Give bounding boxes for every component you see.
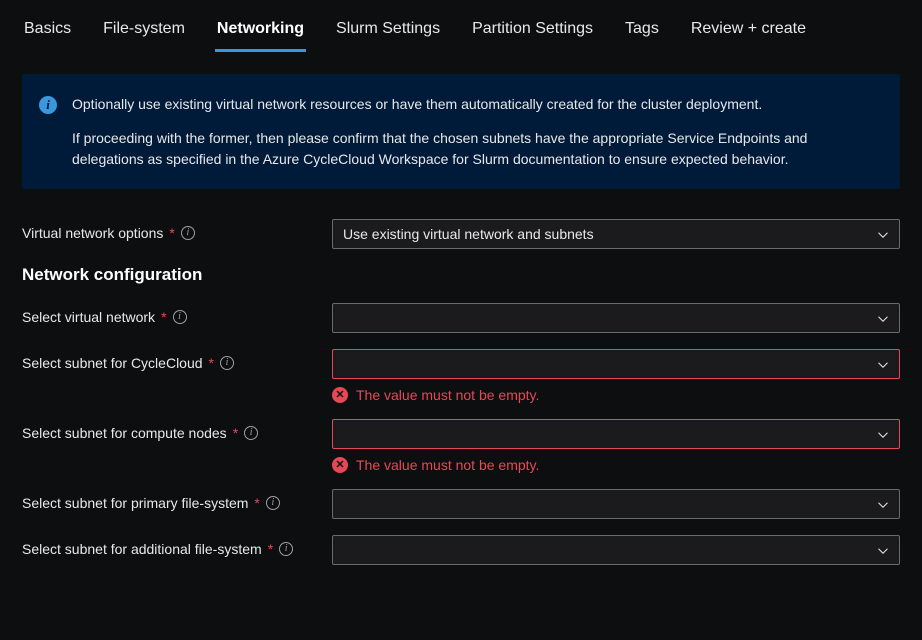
tab-tags[interactable]: Tags [623,14,661,52]
info-icon[interactable]: i [220,356,234,370]
vnet-options-label: Virtual network options [22,224,163,242]
chevron-down-icon [877,428,889,440]
info-banner: i Optionally use existing virtual networ… [22,74,900,189]
tab-slurm-settings[interactable]: Slurm Settings [334,14,442,52]
info-icon[interactable]: i [266,496,280,510]
chevron-down-icon [877,312,889,324]
info-icon[interactable]: i [244,426,258,440]
required-indicator: * [233,424,238,442]
select-vnet-label: Select virtual network [22,308,155,326]
tab-review-create[interactable]: Review + create [689,14,808,52]
chevron-down-icon [877,228,889,240]
subnet-compute-error: The value must not be empty. [356,457,539,473]
subnet-additional-fs-dropdown[interactable] [332,535,900,565]
info-icon[interactable]: i [279,542,293,556]
tab-bar: Basics File-system Networking Slurm Sett… [0,0,922,52]
tab-file-system[interactable]: File-system [101,14,187,52]
chevron-down-icon [877,544,889,556]
tab-partition-settings[interactable]: Partition Settings [470,14,595,52]
vnet-options-value: Use existing virtual network and subnets [343,226,594,242]
required-indicator: * [161,308,166,326]
content-area: i Optionally use existing virtual networ… [0,52,922,565]
select-vnet-dropdown[interactable] [332,303,900,333]
info-icon[interactable]: i [173,310,187,324]
subnet-primary-fs-dropdown[interactable] [332,489,900,519]
required-indicator: * [209,354,214,372]
network-config-heading: Network configuration [22,265,900,285]
tab-networking[interactable]: Networking [215,14,306,52]
required-indicator: * [169,224,174,242]
subnet-cyclecloud-label: Select subnet for CycleCloud [22,354,203,372]
vnet-options-select[interactable]: Use existing virtual network and subnets [332,219,900,249]
subnet-compute-dropdown[interactable] [332,419,900,449]
error-icon: ✕ [332,387,348,403]
subnet-cyclecloud-error: The value must not be empty. [356,387,539,403]
info-line-1: Optionally use existing virtual network … [72,94,876,114]
subnet-additional-fs-label: Select subnet for additional file-system [22,540,262,558]
subnet-primary-fs-label: Select subnet for primary file-system [22,494,248,512]
error-icon: ✕ [332,457,348,473]
info-icon[interactable]: i [181,226,195,240]
info-line-2: If proceeding with the former, then plea… [72,128,876,169]
info-icon: i [39,96,57,114]
subnet-cyclecloud-dropdown[interactable] [332,349,900,379]
required-indicator: * [268,540,273,558]
chevron-down-icon [877,498,889,510]
required-indicator: * [254,494,259,512]
subnet-compute-label: Select subnet for compute nodes [22,424,227,442]
chevron-down-icon [877,358,889,370]
tab-basics[interactable]: Basics [22,14,73,52]
info-text: Optionally use existing virtual network … [72,94,876,169]
